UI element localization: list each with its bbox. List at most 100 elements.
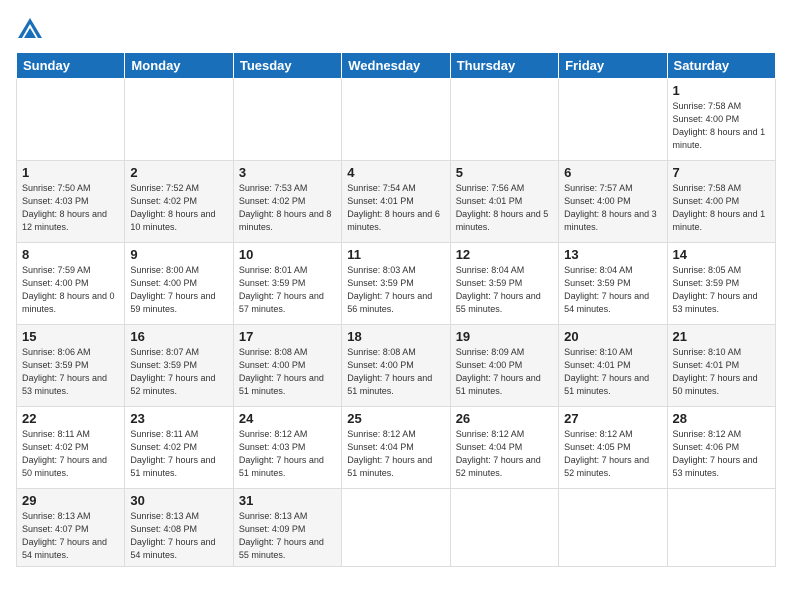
day-number: 31 — [239, 493, 336, 508]
calendar-cell — [450, 489, 558, 567]
calendar-cell: 20Sunrise: 8:10 AMSunset: 4:01 PMDayligh… — [559, 325, 667, 407]
calendar-cell — [559, 79, 667, 161]
calendar-cell: 14 Sunrise: 8:05 AMSunset: 3:59 PMDayligh… — [667, 243, 775, 325]
calendar-cell: 18 Sunrise: 8:08 AMSunset: 4:00 PMDayligh… — [342, 325, 450, 407]
day-info: Sunrise: 7:54 AMSunset: 4:01 PMDaylight:… — [347, 182, 444, 234]
calendar-cell — [667, 489, 775, 567]
day-info: Sunrise: 8:08 AMSunset: 4:00 PMDaylight:… — [347, 346, 444, 398]
day-number: 12 — [456, 247, 553, 262]
day-info: Sunrise: 8:06 AMSunset: 3:59 PMDaylight:… — [22, 346, 119, 398]
day-number: 9 — [130, 247, 227, 262]
weekday-header-tuesday: Tuesday — [233, 53, 341, 79]
calendar-cell — [125, 79, 233, 161]
day-number: 5 — [456, 165, 553, 180]
day-number: 23 — [130, 411, 227, 426]
day-info: Sunrise: 7:50 AMSunset: 4:03 PMDaylight:… — [22, 182, 119, 234]
day-info: Sunrise: 8:13 AMSunset: 4:08 PMDaylight:… — [130, 510, 227, 562]
week-row-4: 22 Sunrise: 8:11 AMSunset: 4:02 PMDayligh… — [17, 407, 776, 489]
calendar-cell: 7Sunrise: 7:58 AMSunset: 4:00 PMDaylight… — [667, 161, 775, 243]
calendar-cell: 26 Sunrise: 8:12 AMSunset: 4:04 PMDayligh… — [450, 407, 558, 489]
calendar-cell: 22 Sunrise: 8:11 AMSunset: 4:02 PMDayligh… — [17, 407, 125, 489]
week-row-1: 1 Sunrise: 7:50 AMSunset: 4:03 PMDaylight… — [17, 161, 776, 243]
weekday-header-wednesday: Wednesday — [342, 53, 450, 79]
day-info: Sunrise: 8:13 AMSunset: 4:07 PMDaylight:… — [22, 510, 119, 562]
day-info: Sunrise: 8:03 AMSunset: 3:59 PMDaylight:… — [347, 264, 444, 316]
day-info: Sunrise: 8:12 AMSunset: 4:06 PMDaylight:… — [673, 428, 770, 480]
calendar-cell: 12 Sunrise: 8:04 AMSunset: 3:59 PMDayligh… — [450, 243, 558, 325]
calendar-cell — [342, 489, 450, 567]
day-number: 26 — [456, 411, 553, 426]
day-info: Sunrise: 7:58 AMSunset: 4:00 PMDaylight:… — [673, 182, 770, 234]
week-row-3: 15 Sunrise: 8:06 AMSunset: 3:59 PMDayligh… — [17, 325, 776, 407]
calendar-cell: 4 Sunrise: 7:54 AMSunset: 4:01 PMDaylight… — [342, 161, 450, 243]
calendar-cell — [17, 79, 125, 161]
day-info: Sunrise: 8:12 AMSunset: 4:04 PMDaylight:… — [456, 428, 553, 480]
day-info: Sunrise: 8:12 AMSunset: 4:04 PMDaylight:… — [347, 428, 444, 480]
day-info: Sunrise: 7:52 AMSunset: 4:02 PMDaylight:… — [130, 182, 227, 234]
calendar-cell: 16Sunrise: 8:07 AMSunset: 3:59 PMDayligh… — [125, 325, 233, 407]
day-number: 13 — [564, 247, 661, 262]
calendar-cell: 13 Sunrise: 8:04 AMSunset: 3:59 PMDayligh… — [559, 243, 667, 325]
calendar-cell: 31 Sunrise: 8:13 AMSunset: 4:09 PMDayligh… — [233, 489, 341, 567]
calendar-cell: 3 Sunrise: 7:53 AMSunset: 4:02 PMDaylight… — [233, 161, 341, 243]
day-info: Sunrise: 7:59 AMSunset: 4:00 PMDaylight:… — [22, 264, 119, 316]
calendar-cell: 2 Sunrise: 7:52 AMSunset: 4:02 PMDaylight… — [125, 161, 233, 243]
day-number: 1 — [673, 83, 770, 98]
day-info: Sunrise: 8:12 AMSunset: 4:05 PMDaylight:… — [564, 428, 661, 480]
day-info: Sunrise: 8:11 AMSunset: 4:02 PMDaylight:… — [22, 428, 119, 480]
calendar-cell — [233, 79, 341, 161]
day-number: 22 — [22, 411, 119, 426]
day-info: Sunrise: 7:57 AMSunset: 4:00 PMDaylight:… — [564, 182, 661, 234]
calendar-page: SundayMondayTuesdayWednesdayThursdayFrid… — [0, 0, 792, 612]
logo — [16, 16, 48, 44]
day-info: Sunrise: 8:12 AMSunset: 4:03 PMDaylight:… — [239, 428, 336, 480]
day-info: Sunrise: 7:58 AMSunset: 4:00 PMDaylight:… — [673, 100, 770, 152]
day-number: 28 — [673, 411, 770, 426]
calendar-cell: 6 Sunrise: 7:57 AMSunset: 4:00 PMDaylight… — [559, 161, 667, 243]
calendar-cell — [450, 79, 558, 161]
day-info: Sunrise: 8:04 AMSunset: 3:59 PMDaylight:… — [456, 264, 553, 316]
day-number: 25 — [347, 411, 444, 426]
day-info: Sunrise: 8:04 AMSunset: 3:59 PMDaylight:… — [564, 264, 661, 316]
day-number: 3 — [239, 165, 336, 180]
day-number: 11 — [347, 247, 444, 262]
day-number: 15 — [22, 329, 119, 344]
day-number: 4 — [347, 165, 444, 180]
calendar-cell — [342, 79, 450, 161]
day-info: Sunrise: 8:11 AMSunset: 4:02 PMDaylight:… — [130, 428, 227, 480]
calendar-cell: 1 Sunrise: 7:50 AMSunset: 4:03 PMDaylight… — [17, 161, 125, 243]
calendar-cell: 24Sunrise: 8:12 AMSunset: 4:03 PMDayligh… — [233, 407, 341, 489]
day-info: Sunrise: 8:13 AMSunset: 4:09 PMDaylight:… — [239, 510, 336, 562]
calendar-cell: 19Sunrise: 8:09 AMSunset: 4:00 PMDayligh… — [450, 325, 558, 407]
calendar-cell: 28 Sunrise: 8:12 AMSunset: 4:06 PMDayligh… — [667, 407, 775, 489]
day-number: 1 — [22, 165, 119, 180]
day-number: 10 — [239, 247, 336, 262]
day-number: 18 — [347, 329, 444, 344]
header — [16, 16, 776, 44]
day-info: Sunrise: 8:00 AMSunset: 4:00 PMDaylight:… — [130, 264, 227, 316]
day-info: Sunrise: 7:53 AMSunset: 4:02 PMDaylight:… — [239, 182, 336, 234]
calendar-cell: 17Sunrise: 8:08 AMSunset: 4:00 PMDayligh… — [233, 325, 341, 407]
weekday-header-row: SundayMondayTuesdayWednesdayThursdayFrid… — [17, 53, 776, 79]
weekday-header-sunday: Sunday — [17, 53, 125, 79]
day-number: 6 — [564, 165, 661, 180]
day-number: 19 — [456, 329, 553, 344]
calendar-cell: 9 Sunrise: 8:00 AMSunset: 4:00 PMDaylight… — [125, 243, 233, 325]
calendar-cell — [559, 489, 667, 567]
day-number: 2 — [130, 165, 227, 180]
day-number: 14 — [673, 247, 770, 262]
week-row-0: 1 Sunrise: 7:58 AMSunset: 4:00 PMDaylight… — [17, 79, 776, 161]
weekday-header-saturday: Saturday — [667, 53, 775, 79]
day-number: 8 — [22, 247, 119, 262]
week-row-2: 8 Sunrise: 7:59 AMSunset: 4:00 PMDaylight… — [17, 243, 776, 325]
day-number: 21 — [673, 329, 770, 344]
weekday-header-friday: Friday — [559, 53, 667, 79]
day-info: Sunrise: 8:05 AMSunset: 3:59 PMDaylight:… — [673, 264, 770, 316]
calendar-cell: 8 Sunrise: 7:59 AMSunset: 4:00 PMDaylight… — [17, 243, 125, 325]
calendar-cell: 29Sunrise: 8:13 AMSunset: 4:07 PMDayligh… — [17, 489, 125, 567]
day-number: 16 — [130, 329, 227, 344]
calendar-cell: 1 Sunrise: 7:58 AMSunset: 4:00 PMDaylight… — [667, 79, 775, 161]
day-info: Sunrise: 8:10 AMSunset: 4:01 PMDaylight:… — [564, 346, 661, 398]
calendar-cell: 25 Sunrise: 8:12 AMSunset: 4:04 PMDayligh… — [342, 407, 450, 489]
week-row-5: 29Sunrise: 8:13 AMSunset: 4:07 PMDayligh… — [17, 489, 776, 567]
